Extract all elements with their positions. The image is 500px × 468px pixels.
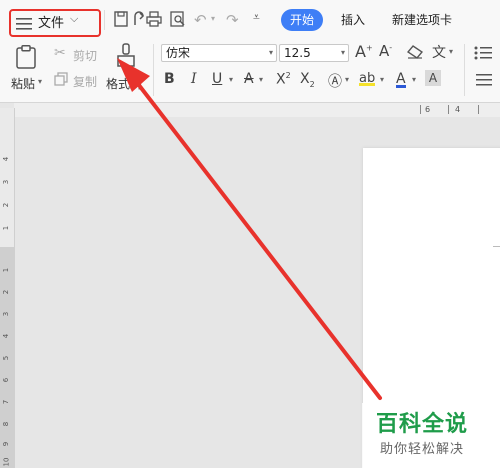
watermark-subtitle: 助你轻松解决 [380, 442, 465, 457]
annotation-arrow [117, 58, 382, 400]
watermark-title: 百科全说 [376, 412, 469, 437]
